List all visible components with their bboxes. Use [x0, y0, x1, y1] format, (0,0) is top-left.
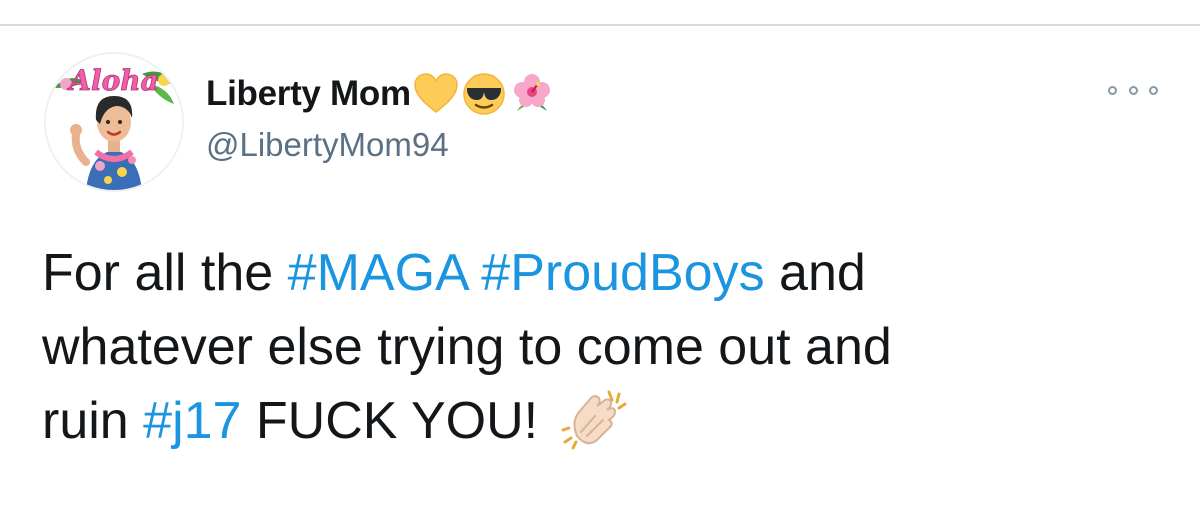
- tweet-text-segment: For all the: [42, 244, 288, 302]
- tweet-text-segment: and: [764, 244, 866, 302]
- avatar-image: Aloha: [46, 54, 182, 190]
- user-handle[interactable]: @LibertyMom94: [206, 126, 449, 164]
- tweet-text-segment: FUCK YOU!: [241, 392, 539, 450]
- more-dot-icon: [1108, 85, 1117, 95]
- more-options-button[interactable]: [1108, 78, 1158, 102]
- tweet-text-segment: ruin: [42, 392, 144, 450]
- more-dot-icon: [1128, 85, 1138, 95]
- tweet-text: For all the #MAGA #ProudBoys and whateve…: [42, 236, 1162, 458]
- tweet-card: Aloha Liberty Mom @LibertyMom94 For all …: [0, 0, 1200, 506]
- avatar[interactable]: Aloha: [44, 52, 184, 192]
- sunglasses-face-icon: [461, 71, 507, 117]
- hashtag-maga-link[interactable]: #MAGA: [288, 244, 467, 302]
- more-dot-icon: [1149, 85, 1158, 95]
- divider: [0, 24, 1200, 26]
- yellow-heart-icon: [413, 72, 459, 116]
- clapping-hands-icon: [557, 386, 631, 452]
- display-name-row: Liberty Mom: [206, 62, 555, 126]
- tweet-text-segment: whatever else trying to come out and: [42, 318, 892, 376]
- svg-text:Aloha: Aloha: [66, 64, 159, 97]
- hashtag-proudboys-link[interactable]: #ProudBoys: [481, 244, 764, 302]
- hashtag-j17-link[interactable]: #j17: [143, 392, 241, 450]
- hibiscus-icon: [509, 71, 555, 117]
- display-name[interactable]: Liberty Mom: [206, 74, 411, 114]
